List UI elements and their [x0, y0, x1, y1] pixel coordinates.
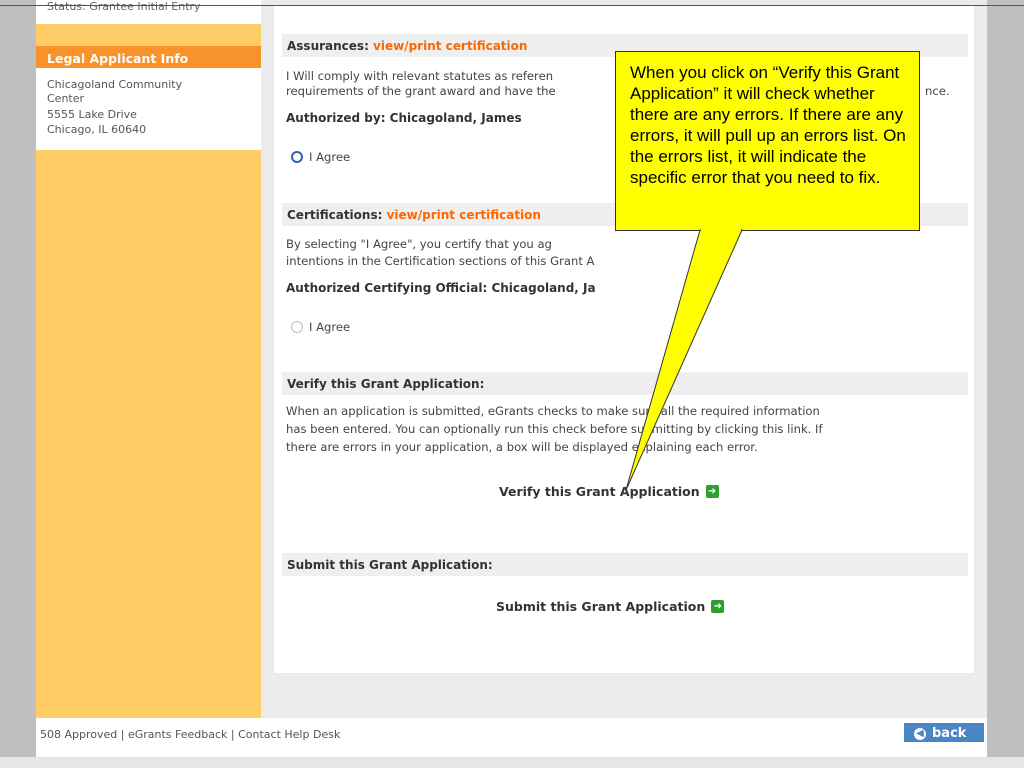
top-divider [0, 5, 1024, 6]
applicant-info: Chicagoland Community Center 5555 Lake D… [36, 68, 261, 150]
left-gutter [0, 0, 36, 768]
info-line: Center [47, 92, 85, 105]
assurances-agree-option[interactable]: I Agree [291, 150, 350, 164]
certifications-print-link[interactable]: view/print certification [387, 208, 541, 222]
info-line: Chicago, IL 60640 [47, 123, 147, 136]
certifications-agree-radio[interactable] [291, 321, 303, 333]
certifications-text-line-2: intentions in the Certification sections… [286, 254, 595, 268]
right-gutter [987, 0, 1024, 768]
assurances-text-line-end: nce. [925, 84, 950, 98]
certifications-text-line-1: By selecting "I Agree", you certify that… [286, 237, 552, 251]
certifications-agree-label: I Agree [309, 320, 351, 334]
submit-title: Submit this Grant Application: [287, 558, 493, 572]
certifications-agree-option[interactable]: I Agree [291, 320, 350, 334]
submit-application-label: Submit this Grant Application [496, 599, 706, 614]
verify-application-link[interactable]: Verify this Grant Application ➜ [499, 484, 719, 499]
assurances-print-link[interactable]: view/print certification [373, 39, 527, 53]
assurances-agree-radio[interactable] [291, 151, 303, 163]
certifications-title: Certifications: [287, 208, 387, 222]
assurances-agree-label: I Agree [309, 150, 351, 164]
info-line: Chicagoland Community [47, 78, 183, 91]
sidebar: Status: Grantee Initial Entry Legal Appl… [36, 0, 261, 718]
footer-links[interactable]: 508 Approved | eGrants Feedback | Contac… [40, 728, 340, 741]
certifications-authorized: Authorized Certifying Official: Chicagol… [286, 281, 596, 295]
back-button[interactable]: ◀ back [904, 723, 984, 742]
assurances-authorized: Authorized by: Chicagoland, James [286, 111, 522, 125]
assurances-text-line-2: requirements of the grant award and have… [286, 84, 556, 98]
submit-header: Submit this Grant Application: [282, 553, 968, 576]
green-arrow-icon: ➜ [711, 600, 725, 613]
info-line: 5555 Lake Drive [47, 108, 137, 121]
verify-text-line-3: there are errors in your application, a … [286, 440, 758, 454]
verify-application-label: Verify this Grant Application [499, 484, 700, 499]
window-bottom-strip [0, 757, 1024, 768]
verify-text-line-2: has been entered. You can optionally run… [286, 422, 823, 436]
annotation-callout: When you click on “Verify this Grant App… [615, 51, 920, 231]
legal-applicant-heading: Legal Applicant Info [36, 46, 261, 68]
back-button-label: back [932, 726, 967, 741]
status-text: Status: Grantee Initial Entry [47, 0, 201, 13]
green-arrow-icon: ➜ [705, 485, 719, 498]
status-area: Status: Grantee Initial Entry [36, 0, 261, 24]
verify-header: Verify this Grant Application: [282, 372, 968, 395]
assurances-title: Assurances: [287, 39, 374, 53]
verify-text-line-1: When an application is submitted, eGrant… [286, 404, 820, 418]
back-arrow-icon: ◀ [914, 727, 926, 740]
verify-title: Verify this Grant Application: [287, 377, 485, 391]
submit-application-link[interactable]: Submit this Grant Application ➜ [496, 599, 725, 614]
